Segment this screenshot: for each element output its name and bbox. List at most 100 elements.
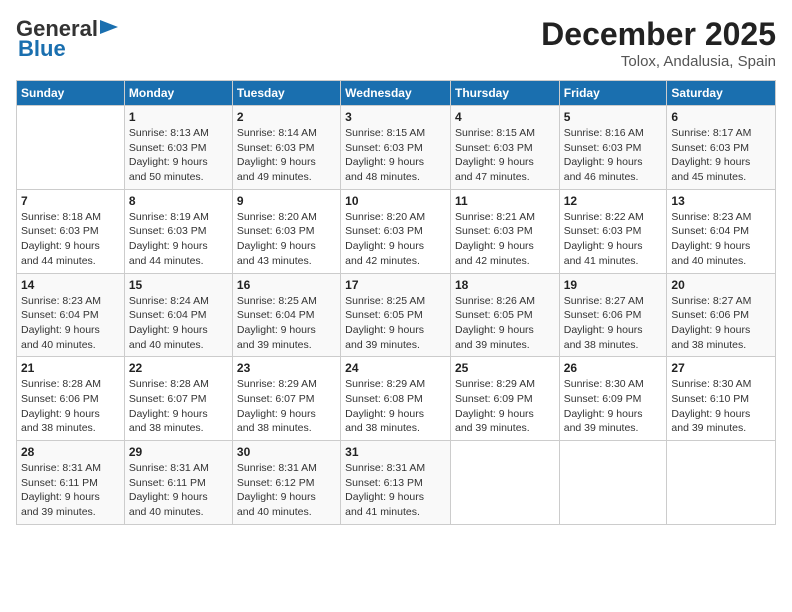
calendar-table: Sunday Monday Tuesday Wednesday Thursday… (16, 80, 776, 525)
day-info: Sunrise: 8:20 AMSunset: 6:03 PMDaylight:… (237, 210, 336, 269)
col-friday: Friday (559, 81, 667, 106)
day-number: 15 (129, 278, 228, 292)
day-number: 6 (671, 110, 771, 124)
day-number: 12 (564, 194, 663, 208)
col-thursday: Thursday (450, 81, 559, 106)
day-number: 10 (345, 194, 446, 208)
calendar-cell (559, 441, 667, 525)
day-number: 11 (455, 194, 555, 208)
day-info: Sunrise: 8:25 AMSunset: 6:05 PMDaylight:… (345, 294, 446, 353)
calendar-cell: 9 Sunrise: 8:20 AMSunset: 6:03 PMDaylight… (232, 189, 340, 273)
day-number: 24 (345, 361, 446, 375)
day-info: Sunrise: 8:31 AMSunset: 6:11 PMDaylight:… (21, 461, 120, 520)
day-number: 4 (455, 110, 555, 124)
logo-blue: Blue (18, 36, 66, 62)
calendar-cell: 22 Sunrise: 8:28 AMSunset: 6:07 PMDayligh… (124, 357, 232, 441)
day-info: Sunrise: 8:15 AMSunset: 6:03 PMDaylight:… (455, 126, 555, 185)
day-info: Sunrise: 8:28 AMSunset: 6:07 PMDaylight:… (129, 377, 228, 436)
day-info: Sunrise: 8:25 AMSunset: 6:04 PMDaylight:… (237, 294, 336, 353)
day-number: 27 (671, 361, 771, 375)
calendar-cell (450, 441, 559, 525)
title-block: December 2025 Tolox, Andalusia, Spain (541, 16, 776, 70)
calendar-cell: 16 Sunrise: 8:25 AMSunset: 6:04 PMDayligh… (232, 273, 340, 357)
week-row-3: 21Sunrise: 8:28 AMSunset: 6:06 PMDayligh… (17, 357, 776, 441)
calendar-cell: 3 Sunrise: 8:15 AMSunset: 6:03 PMDaylight… (341, 106, 451, 190)
day-number: 8 (129, 194, 228, 208)
calendar-cell: 30Sunrise: 8:31 AMSunset: 6:12 PMDayligh… (232, 441, 340, 525)
col-monday: Monday (124, 81, 232, 106)
logo: General Blue (16, 16, 122, 62)
day-info: Sunrise: 8:23 AMSunset: 6:04 PMDaylight:… (671, 210, 771, 269)
day-number: 7 (21, 194, 120, 208)
day-info: Sunrise: 8:13 AMSunset: 6:03 PMDaylight:… (129, 126, 228, 185)
day-number: 1 (129, 110, 228, 124)
calendar-cell: 27 Sunrise: 8:30 AMSunset: 6:10 PMDayligh… (667, 357, 776, 441)
month-title: December 2025 (541, 16, 776, 53)
calendar-cell: 1 Sunrise: 8:13 AMSunset: 6:03 PMDaylight… (124, 106, 232, 190)
calendar-cell: 18Sunrise: 8:26 AMSunset: 6:05 PMDayligh… (450, 273, 559, 357)
header: General Blue December 2025 Tolox, Andalu… (16, 16, 776, 70)
calendar-cell: 15 Sunrise: 8:24 AMSunset: 6:04 PMDayligh… (124, 273, 232, 357)
logo-icon (100, 18, 122, 36)
week-row-0: 1 Sunrise: 8:13 AMSunset: 6:03 PMDaylight… (17, 106, 776, 190)
day-number: 16 (237, 278, 336, 292)
location-subtitle: Tolox, Andalusia, Spain (541, 53, 776, 70)
day-info: Sunrise: 8:21 AMSunset: 6:03 PMDaylight:… (455, 210, 555, 269)
calendar-cell: 25 Sunrise: 8:29 AMSunset: 6:09 PMDayligh… (450, 357, 559, 441)
calendar-cell: 6Sunrise: 8:17 AMSunset: 6:03 PMDaylight… (667, 106, 776, 190)
day-number: 18 (455, 278, 555, 292)
day-number: 22 (129, 361, 228, 375)
day-info: Sunrise: 8:23 AMSunset: 6:04 PMDaylight:… (21, 294, 120, 353)
day-number: 26 (564, 361, 663, 375)
calendar-cell: 14 Sunrise: 8:23 AMSunset: 6:04 PMDayligh… (17, 273, 125, 357)
day-number: 23 (237, 361, 336, 375)
calendar-cell: 17 Sunrise: 8:25 AMSunset: 6:05 PMDayligh… (341, 273, 451, 357)
day-info: Sunrise: 8:22 AMSunset: 6:03 PMDaylight:… (564, 210, 663, 269)
day-number: 2 (237, 110, 336, 124)
col-sunday: Sunday (17, 81, 125, 106)
day-number: 17 (345, 278, 446, 292)
day-number: 13 (671, 194, 771, 208)
calendar-cell: 23Sunrise: 8:29 AMSunset: 6:07 PMDayligh… (232, 357, 340, 441)
day-info: Sunrise: 8:14 AMSunset: 6:03 PMDaylight:… (237, 126, 336, 185)
calendar-cell: 26 Sunrise: 8:30 AMSunset: 6:09 PMDayligh… (559, 357, 667, 441)
calendar-cell: 21Sunrise: 8:28 AMSunset: 6:06 PMDayligh… (17, 357, 125, 441)
day-info: Sunrise: 8:31 AMSunset: 6:11 PMDaylight:… (129, 461, 228, 520)
calendar-cell: 7 Sunrise: 8:18 AMSunset: 6:03 PMDaylight… (17, 189, 125, 273)
day-number: 21 (21, 361, 120, 375)
calendar-cell: 28 Sunrise: 8:31 AMSunset: 6:11 PMDayligh… (17, 441, 125, 525)
day-info: Sunrise: 8:30 AMSunset: 6:09 PMDaylight:… (564, 377, 663, 436)
calendar-cell: 12 Sunrise: 8:22 AMSunset: 6:03 PMDayligh… (559, 189, 667, 273)
calendar-cell: 13 Sunrise: 8:23 AMSunset: 6:04 PMDayligh… (667, 189, 776, 273)
day-number: 14 (21, 278, 120, 292)
calendar-cell: 10 Sunrise: 8:20 AMSunset: 6:03 PMDayligh… (341, 189, 451, 273)
day-info: Sunrise: 8:15 AMSunset: 6:03 PMDaylight:… (345, 126, 446, 185)
day-info: Sunrise: 8:20 AMSunset: 6:03 PMDaylight:… (345, 210, 446, 269)
day-number: 3 (345, 110, 446, 124)
day-info: Sunrise: 8:27 AMSunset: 6:06 PMDaylight:… (564, 294, 663, 353)
calendar-cell: 24 Sunrise: 8:29 AMSunset: 6:08 PMDayligh… (341, 357, 451, 441)
day-info: Sunrise: 8:24 AMSunset: 6:04 PMDaylight:… (129, 294, 228, 353)
day-info: Sunrise: 8:31 AMSunset: 6:12 PMDaylight:… (237, 461, 336, 520)
header-row: Sunday Monday Tuesday Wednesday Thursday… (17, 81, 776, 106)
page: General Blue December 2025 Tolox, Andalu… (0, 0, 792, 612)
day-info: Sunrise: 8:18 AMSunset: 6:03 PMDaylight:… (21, 210, 120, 269)
day-info: Sunrise: 8:27 AMSunset: 6:06 PMDaylight:… (671, 294, 771, 353)
calendar-cell: 31Sunrise: 8:31 AMSunset: 6:13 PMDayligh… (341, 441, 451, 525)
day-number: 31 (345, 445, 446, 459)
day-number: 28 (21, 445, 120, 459)
day-number: 19 (564, 278, 663, 292)
day-info: Sunrise: 8:29 AMSunset: 6:09 PMDaylight:… (455, 377, 555, 436)
day-number: 9 (237, 194, 336, 208)
col-tuesday: Tuesday (232, 81, 340, 106)
week-row-4: 28 Sunrise: 8:31 AMSunset: 6:11 PMDayligh… (17, 441, 776, 525)
calendar-cell: 29Sunrise: 8:31 AMSunset: 6:11 PMDayligh… (124, 441, 232, 525)
day-number: 25 (455, 361, 555, 375)
day-info: Sunrise: 8:19 AMSunset: 6:03 PMDaylight:… (129, 210, 228, 269)
col-wednesday: Wednesday (341, 81, 451, 106)
day-info: Sunrise: 8:29 AMSunset: 6:08 PMDaylight:… (345, 377, 446, 436)
calendar-cell: 5Sunrise: 8:16 AMSunset: 6:03 PMDaylight… (559, 106, 667, 190)
day-number: 20 (671, 278, 771, 292)
calendar-cell (17, 106, 125, 190)
day-info: Sunrise: 8:30 AMSunset: 6:10 PMDaylight:… (671, 377, 771, 436)
